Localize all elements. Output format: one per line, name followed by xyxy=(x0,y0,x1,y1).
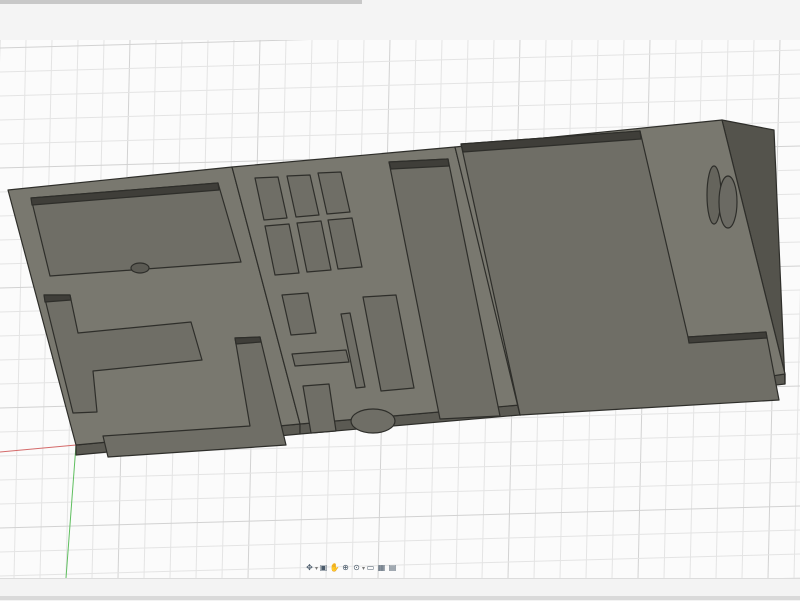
round-cutout-b xyxy=(718,175,738,229)
3d-viewport[interactable] xyxy=(0,40,800,578)
zoom-icon[interactable]: ⊕ xyxy=(340,562,351,574)
grid-line xyxy=(0,97,800,121)
orbit-icon[interactable]: ✥ xyxy=(304,562,315,574)
pan-icon[interactable]: ✋ xyxy=(329,562,340,574)
navigation-bar: ✥ ▾ ▣ ✋ ⊕ ⊙ ▾ ▭ ▦ ▤ xyxy=(304,561,398,575)
grid-line xyxy=(0,49,800,73)
round-pocket xyxy=(350,408,396,434)
viewports-icon[interactable]: ▤ xyxy=(387,562,398,574)
fit-icon[interactable]: ⊙ xyxy=(351,562,362,574)
grid-line xyxy=(793,286,800,578)
grid-line xyxy=(0,40,310,49)
grid-line xyxy=(13,40,27,578)
grid-line xyxy=(0,529,800,553)
model-body[interactable] xyxy=(7,119,786,458)
grid-settings-icon[interactable]: ▦ xyxy=(376,562,387,574)
top-toolbar xyxy=(0,0,800,40)
look-at-icon[interactable]: ▣ xyxy=(318,562,329,574)
finger-hole xyxy=(130,262,150,274)
bottom-edge xyxy=(0,596,800,600)
display-settings-icon[interactable]: ▭ xyxy=(365,562,376,574)
grid-line xyxy=(0,553,800,577)
viewport-canvas[interactable] xyxy=(0,40,800,578)
title-tab-strip xyxy=(0,0,362,4)
grid-line xyxy=(0,73,800,97)
x-axis-line xyxy=(0,444,77,453)
